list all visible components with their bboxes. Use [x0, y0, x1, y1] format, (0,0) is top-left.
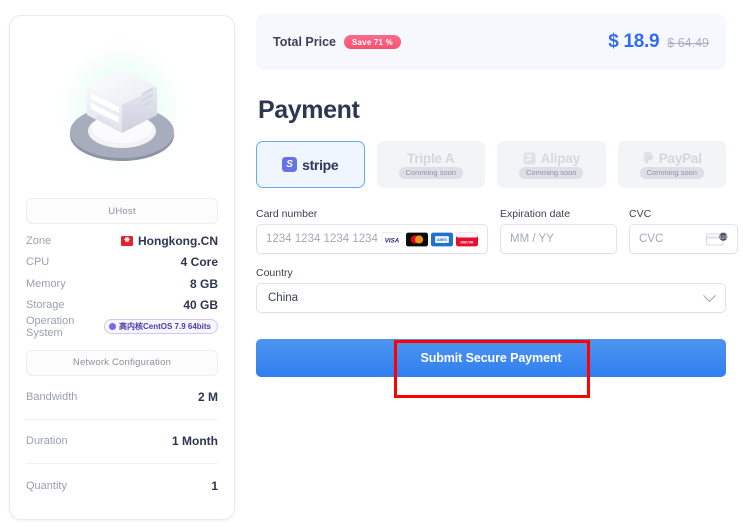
paypal-icon	[642, 152, 653, 164]
row-key: Quantity	[26, 479, 67, 492]
cvc-box[interactable]: 123	[629, 224, 738, 254]
card-number-input[interactable]	[266, 233, 381, 245]
payment-method-label: stripe	[302, 156, 339, 173]
cvc-label: CVC	[629, 208, 652, 220]
card-fields: Card number VISA	[256, 208, 738, 254]
country-group: Country China	[256, 267, 726, 313]
spec-key: Storage	[26, 299, 65, 312]
payment-panel: Total Price Save 71 % $ 18.9 $ 64.49 Pay…	[256, 14, 738, 377]
stripe-logo: S stripe	[282, 156, 339, 173]
svg-text:AMEX: AMEX	[437, 238, 448, 242]
spec-key: Zone	[26, 234, 52, 247]
stripe-mark-icon: S	[282, 157, 298, 172]
spec-value: 8 GB	[189, 276, 218, 291]
payment-method-stripe[interactable]: S stripe	[256, 141, 365, 188]
coming-soon-badge: Comming soon	[398, 166, 463, 179]
visa-icon: VISA	[381, 231, 403, 247]
spec-value-text: Hongkong.CN	[138, 233, 218, 248]
cvc-hint-icon: 123	[706, 232, 728, 245]
price-original: $ 64.49	[667, 36, 709, 50]
svg-text:DISCVR: DISCVR	[461, 240, 474, 244]
payment-method-label: Alipay	[540, 150, 581, 166]
card-brand-icons: VISA AMEX DISCVR	[381, 231, 478, 247]
payment-method-label: PayPal	[658, 150, 702, 166]
spec-value: 40 GB	[183, 298, 218, 313]
hongkong-flag-icon: ❋	[121, 235, 133, 246]
row-value: 1	[211, 478, 218, 493]
payment-method-label: Triple A	[407, 150, 455, 166]
amex-icon: AMEX	[431, 232, 453, 246]
spec-row-zone: Zone ❋ Hongkong.CN	[26, 230, 218, 252]
cvc-input[interactable]	[639, 233, 706, 245]
card-number-label: Card number	[256, 208, 318, 220]
coming-soon-badge: Comming soon	[519, 166, 584, 179]
row-value: 2 M	[197, 390, 218, 404]
spec-value: 4 Core	[180, 255, 218, 270]
card-number-group: Card number VISA	[256, 208, 488, 254]
order-summary-card: UHost Zone ❋ Hongkong.CN CPU 4 Core Memo…	[9, 15, 235, 520]
expiration-input[interactable]	[510, 233, 607, 245]
os-dot-icon	[108, 323, 116, 331]
cvc-group: CVC 123	[629, 208, 738, 254]
row-key: Bandwidth	[26, 391, 78, 403]
total-price-label: Total Price	[273, 35, 336, 49]
spec-key: Memory	[26, 277, 66, 290]
row-quantity: Quantity 1	[26, 464, 218, 508]
expiration-label: Expiration date	[500, 208, 571, 220]
alipay-logo: Alipay	[523, 151, 580, 166]
row-duration: Duration 1 Month	[26, 420, 218, 464]
os-badge-label: 高内核CentOS 7.9 64bits	[118, 322, 211, 332]
expiration-group: Expiration date	[500, 208, 617, 254]
spec-key: CPU	[26, 256, 50, 269]
card-number-box[interactable]: VISA AMEX	[256, 224, 488, 254]
row-key: Duration	[26, 435, 68, 447]
total-price-right: $ 18.9 $ 64.49	[608, 31, 709, 53]
spec-row-storage: Storage 40 GB	[26, 295, 218, 317]
payment-page: UHost Zone ❋ Hongkong.CN CPU 4 Core Memo…	[0, 0, 743, 527]
spec-value: ❋ Hongkong.CN	[121, 234, 218, 248]
svg-text:VISA: VISA	[385, 237, 400, 244]
save-badge: Save 71 %	[343, 35, 401, 49]
mastercard-icon	[406, 232, 428, 246]
expiration-box[interactable]	[500, 224, 617, 254]
network-configuration-chip: Network Configuration	[26, 349, 218, 376]
discover-icon: DISCVR	[456, 232, 478, 246]
payment-method-paypal[interactable]: PayPal Comming soon	[617, 141, 726, 188]
chevron-down-icon	[703, 288, 716, 302]
total-price-bar: Total Price Save 71 % $ 18.9 $ 64.49	[256, 14, 726, 70]
payment-method-alipay[interactable]: Alipay Comming soon	[497, 141, 606, 188]
paypal-logo: PayPal	[642, 151, 702, 166]
spec-list: Zone ❋ Hongkong.CN CPU 4 Core Memory 8 G…	[24, 230, 220, 339]
price-current: $ 18.9	[608, 31, 660, 52]
spec-row-os: Operation System 高内核CentOS 7.9 64bits	[26, 314, 218, 339]
alipay-icon	[523, 152, 536, 164]
page-title: Payment	[258, 96, 360, 124]
spec-row-cpu: CPU 4 Core	[26, 252, 218, 274]
payment-method-triple-a[interactable]: Triple A Comming soon	[376, 141, 485, 188]
spec-row-memory: Memory 8 GB	[26, 273, 218, 295]
os-badge: 高内核CentOS 7.9 64bits	[103, 319, 218, 335]
product-type-chip: UHost	[26, 198, 218, 224]
spec-key: Operation System	[26, 314, 75, 339]
network-rows: Bandwidth 2 M Duration 1 Month Quantity …	[24, 376, 220, 508]
payment-method-tabs: S stripe Triple A Comming soon Alipay Co…	[256, 141, 726, 188]
svg-text:123: 123	[719, 234, 727, 239]
row-value: 1 Month	[172, 434, 218, 448]
coming-soon-badge: Comming soon	[639, 166, 704, 179]
server-illustration	[24, 30, 220, 190]
row-bandwidth: Bandwidth 2 M	[26, 376, 218, 420]
country-selected-value: China	[268, 292, 299, 304]
country-label: Country	[256, 267, 293, 279]
submit-secure-payment-button[interactable]: Submit Secure Payment	[256, 339, 726, 377]
total-price-left: Total Price Save 71 %	[273, 35, 401, 49]
country-select[interactable]: China	[256, 283, 726, 313]
